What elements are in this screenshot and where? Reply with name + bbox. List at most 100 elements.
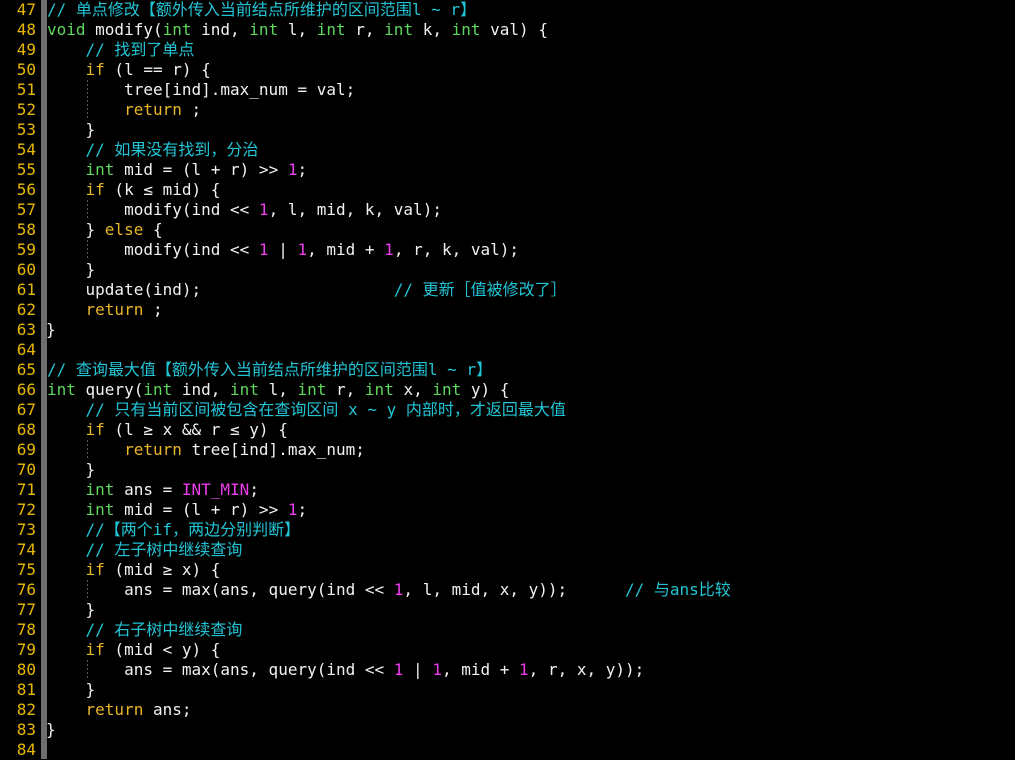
code-token-plain: modify(ind <<: [47, 200, 259, 219]
code-text-area[interactable]: 47 // 单点修改【额外传入当前结点所维护的区间范围l ~ r】 48 void m…: [0, 0, 1015, 759]
code-token-plain: ind,: [191, 20, 250, 39]
code-line[interactable]: 55 int mid = (l + r) >> 1;: [0, 160, 1015, 180]
code-line-content: // 右子树中继续查询: [47, 620, 243, 640]
code-line-content: if (l == r) {: [47, 60, 211, 80]
code-line[interactable]: 82 return ans;: [0, 700, 1015, 720]
code-line[interactable]: 61 update(ind); // 更新［值被修改了］: [0, 280, 1015, 300]
code-line-content: if (l ≥ x && r ≤ y) {: [47, 420, 288, 440]
code-token-plain: tree[ind].max_num = val;: [47, 80, 356, 99]
code-line[interactable]: 60 }: [0, 260, 1015, 280]
code-token-keyword: return: [124, 440, 182, 459]
code-token-keyword: if: [85, 60, 105, 79]
code-token-plain: }: [47, 120, 96, 139]
code-line[interactable]: 65 // 查询最大值【额外传入当前结点所维护的区间范围l ~ r】: [0, 360, 1015, 380]
code-token-number: 1: [393, 660, 404, 679]
line-number: 55: [16, 160, 36, 179]
code-line-content: // 如果没有找到，分治: [47, 140, 259, 160]
code-line[interactable]: 64: [0, 340, 1015, 360]
code-line[interactable]: 58 } else {: [0, 220, 1015, 240]
code-line[interactable]: 80 ans = max(ans, query(ind << 1 | 1, mi…: [0, 660, 1015, 680]
line-number: 76: [16, 580, 36, 599]
code-line[interactable]: 72 int mid = (l + r) >> 1;: [0, 500, 1015, 520]
code-line[interactable]: 48 void modify(int ind, int l, int r, int…: [0, 20, 1015, 40]
code-line[interactable]: 76 ans = max(ans, query(ind << 1, l, mid…: [0, 580, 1015, 600]
code-token-plain: ans = max(ans, query(ind <<: [47, 580, 394, 599]
code-token-number: 1: [258, 200, 269, 219]
line-number: 52: [16, 100, 36, 119]
code-token-plain: }: [47, 680, 96, 699]
code-token-type: int: [451, 20, 481, 39]
code-token-keyword: if: [85, 640, 105, 659]
code-line-content: return ;: [47, 300, 163, 320]
code-line[interactable]: 70 }: [0, 460, 1015, 480]
code-token-comment: //【两个if，两边分别判断】: [47, 520, 301, 539]
code-line[interactable]: 49 // 找到了单点: [0, 40, 1015, 60]
code-token-type: int: [143, 380, 173, 399]
line-number: 62: [16, 300, 36, 319]
code-token-plain: |: [403, 660, 433, 679]
code-token-plain: ans = max(ans, query(ind <<: [47, 660, 394, 679]
code-line[interactable]: 57 modify(ind << 1, l, mid, k, val);: [0, 200, 1015, 220]
code-token-plain: modify(ind <<: [47, 240, 259, 259]
code-line[interactable]: 59 modify(ind << 1 | 1, mid + 1, r, k, v…: [0, 240, 1015, 260]
code-line[interactable]: 75 if (mid ≥ x) {: [0, 560, 1015, 580]
code-line[interactable]: 56 if (k ≤ mid) {: [0, 180, 1015, 200]
code-token-comment: // 查询最大值【额外传入当前结点所维护的区间范围l ~ r】: [47, 360, 493, 379]
code-line[interactable]: 63}: [0, 320, 1015, 340]
line-number: 79: [16, 640, 36, 659]
code-line[interactable]: 52 return ;: [0, 100, 1015, 120]
code-token-plain: ;: [297, 500, 308, 519]
code-token-type: int: [85, 500, 115, 519]
code-line-content: modify(ind << 1, l, mid, k, val);: [47, 200, 442, 220]
code-token-keyword: return: [85, 300, 144, 319]
code-token-keyword: if: [85, 560, 105, 579]
code-line[interactable]: 78 // 右子树中继续查询: [0, 620, 1015, 640]
code-token-plain: (l ≥ x && r ≤ y) {: [104, 420, 288, 439]
code-token-comment: // 如果没有找到，分治: [47, 140, 259, 159]
code-line-content: }: [47, 600, 96, 620]
code-line[interactable]: 66 int query(int ind, int l, int r, int x…: [0, 380, 1015, 400]
code-token-plain: ind,: [172, 380, 231, 399]
line-number: 78: [16, 620, 36, 639]
code-line[interactable]: 47 // 单点修改【额外传入当前结点所维护的区间范围l ~ r】: [0, 0, 1015, 20]
code-line[interactable]: 79 if (mid < y) {: [0, 640, 1015, 660]
line-number: 48: [16, 20, 36, 39]
code-line[interactable]: 69 return tree[ind].max_num;: [0, 440, 1015, 460]
code-line[interactable]: 62 return ;: [0, 300, 1015, 320]
code-line[interactable]: 53 }: [0, 120, 1015, 140]
code-editor[interactable]: 47 // 单点修改【额外传入当前结点所维护的区间范围l ~ r】 48 void m…: [0, 0, 1015, 759]
code-token-plain: y) {: [461, 380, 510, 399]
line-number: 59: [16, 240, 36, 259]
code-line[interactable]: 73 //【两个if，两边分别判断】: [0, 520, 1015, 540]
code-line[interactable]: 68 if (l ≥ x && r ≤ y) {: [0, 420, 1015, 440]
code-line[interactable]: 81 }: [0, 680, 1015, 700]
code-line[interactable]: 74 // 左子树中继续查询: [0, 540, 1015, 560]
code-line[interactable]: 77 }: [0, 600, 1015, 620]
line-number: 53: [16, 120, 36, 139]
code-token-comment: // 只有当前区间被包含在查询区间 x ~ y 内部时，才返回最大值: [47, 400, 566, 419]
line-number: 74: [16, 540, 36, 559]
code-line[interactable]: 83}: [0, 720, 1015, 740]
code-token-plain: k,: [413, 20, 452, 39]
code-line[interactable]: 50 if (l == r) {: [0, 60, 1015, 80]
code-line[interactable]: 67 // 只有当前区间被包含在查询区间 x ~ y 内部时，才返回最大值: [0, 400, 1015, 420]
code-token-plain: }: [46, 720, 56, 739]
code-token-comment: // 单点修改【额外传入当前结点所维护的区间范围l ~ r】: [47, 0, 477, 19]
code-token-plain: ans =: [114, 480, 182, 499]
code-token-keyword: else: [104, 220, 144, 239]
code-token-plain: }: [47, 460, 96, 479]
code-token-plain: mid = (l + r) >>: [114, 500, 288, 519]
code-line[interactable]: 54 // 如果没有找到，分治: [0, 140, 1015, 160]
code-line[interactable]: 71 int ans = INT_MIN;: [0, 480, 1015, 500]
code-line[interactable]: 51 tree[ind].max_num = val;: [0, 80, 1015, 100]
code-line-content: // 单点修改【额外传入当前结点所维护的区间范围l ~ r】: [47, 0, 476, 20]
code-line[interactable]: 84: [0, 740, 1015, 760]
line-number: 68: [16, 420, 36, 439]
line-number: 60: [16, 260, 36, 279]
